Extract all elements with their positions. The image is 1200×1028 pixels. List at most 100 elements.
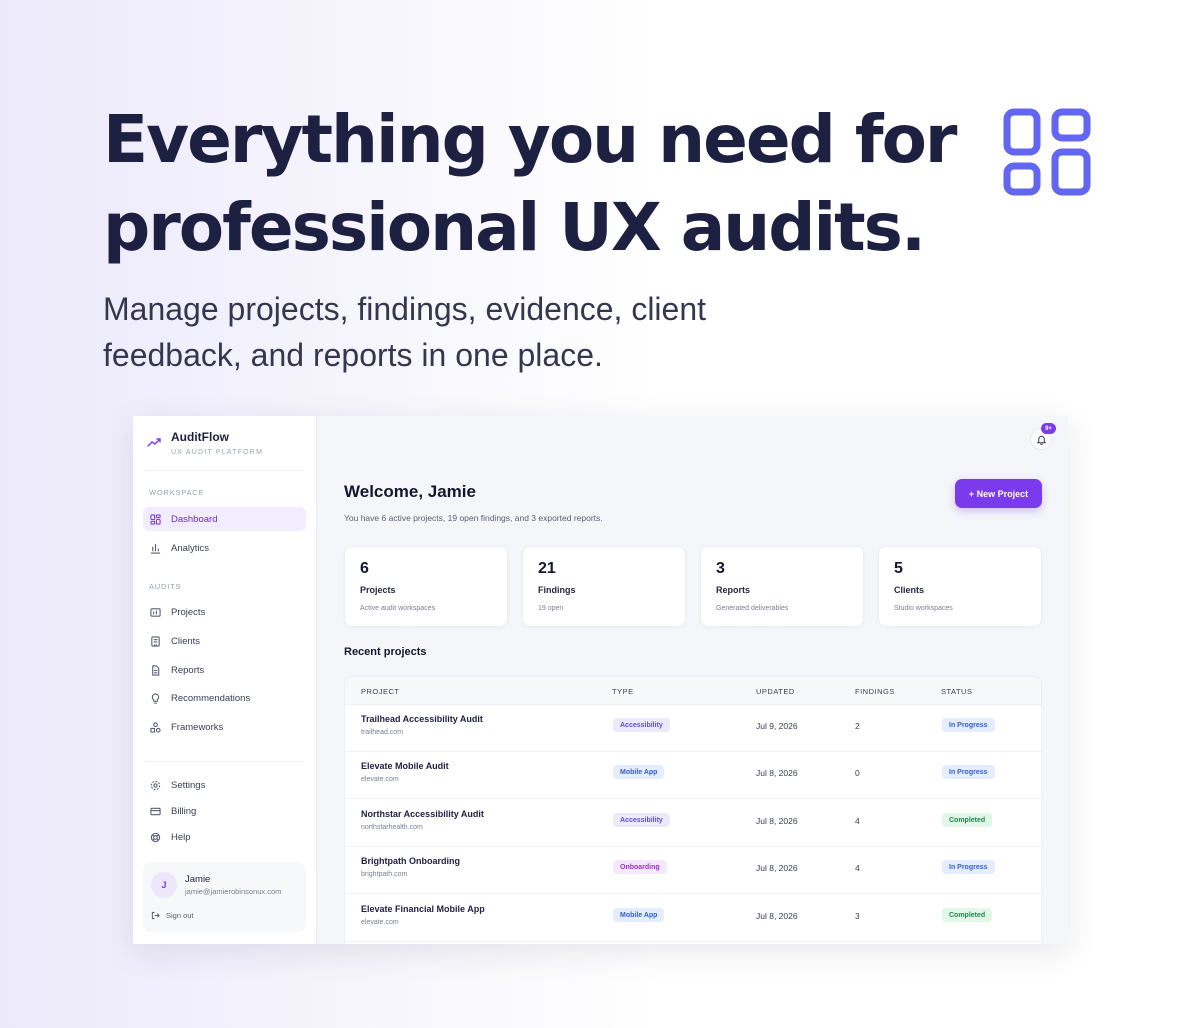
project-url: trailhead.com [361, 729, 404, 736]
stat-value: 21 [538, 560, 556, 577]
findings-count: 4 [855, 863, 860, 873]
stat-subtitle: 19 open [538, 605, 564, 612]
table-row[interactable]: Brightpath Onboarding brightpath.com Onb… [345, 847, 1041, 894]
stat-card-reports[interactable]: 3 Reports Generated deliverables [700, 546, 864, 627]
updated-date: Jul 8, 2026 [756, 863, 798, 873]
project-url: brightpath.com [361, 871, 408, 878]
stat-value: 5 [894, 560, 903, 577]
sidebar-item-help[interactable]: Help [143, 825, 306, 849]
trend-line-icon [147, 438, 161, 447]
sidebar-item-dashboard[interactable]: Dashboard [143, 507, 306, 531]
brand-subtitle: UX AUDIT PLATFORM [171, 449, 264, 456]
findings-count: 3 [855, 911, 860, 921]
document-icon [152, 664, 160, 676]
stat-subtitle: Studio workspaces [894, 605, 953, 612]
project-name[interactable]: Trailhead Accessibility Audit [361, 714, 483, 724]
stat-label: Clients [894, 585, 925, 595]
project-url: elevate.com [361, 776, 399, 783]
status-badge: Completed [942, 908, 993, 922]
column-header-status[interactable]: STATUS [941, 687, 972, 696]
project-name[interactable]: Brightpath Onboarding [361, 856, 460, 866]
sidebar-item-projects[interactable]: Projects [143, 600, 306, 624]
table-row[interactable]: Elevate Financial Mobile App elevate.com… [345, 895, 1041, 942]
sidebar-item-billing[interactable]: Billing [143, 799, 306, 823]
divider [145, 761, 304, 762]
stat-subtitle: Generated deliverables [716, 605, 789, 612]
sign-out-icon [151, 911, 160, 920]
user-name: Jamie [185, 874, 211, 885]
stat-subtitle: Active audit workspaces [360, 605, 436, 612]
building-icon [151, 635, 160, 647]
stat-label: Projects [360, 585, 396, 595]
credit-card-icon [150, 807, 161, 815]
type-badge: Mobile App [613, 765, 665, 779]
section-title-workspace: WORKSPACE [149, 488, 205, 497]
findings-count: 2 [855, 721, 860, 731]
sidebar-item-label: Frameworks [171, 721, 224, 733]
status-badge: In Progress [942, 860, 995, 874]
column-header-findings[interactable]: FINDINGS [855, 687, 895, 696]
divider [145, 470, 304, 471]
sidebar-item-analytics[interactable]: Analytics [143, 536, 306, 560]
type-badge: Accessibility [613, 718, 670, 732]
hero-subhead: Manage projects, findings, evidence, cli… [103, 291, 707, 373]
sidebar-item-settings[interactable]: Settings [143, 773, 306, 797]
column-header-updated[interactable]: UPDATED [756, 687, 795, 696]
user-card: J Jamie jamie@jamierobinsonux.com Sign o… [143, 862, 306, 932]
type-badge: Mobile App [613, 908, 665, 922]
stat-card-clients[interactable]: 5 Clients Studio workspaces [878, 546, 1042, 627]
avatar[interactable]: J [151, 872, 177, 898]
dashboard-grid-icon [1003, 108, 1091, 196]
updated-date: Jul 8, 2026 [756, 911, 798, 921]
hero-headline: Everything you need for professional UX … [103, 101, 957, 266]
sidebar-item-label: Dashboard [171, 513, 218, 525]
user-email: jamie@jamierobinsonux.com [185, 887, 282, 896]
stat-card-findings[interactable]: 21 Findings 19 open [522, 546, 686, 627]
bell-icon [1036, 435, 1046, 445]
findings-count: 4 [855, 816, 860, 826]
brand[interactable]: AuditFlow UX AUDIT PLATFORM [147, 430, 263, 456]
sidebar-item-reports[interactable]: Reports [143, 658, 306, 682]
sidebar-item-label: Analytics [171, 542, 210, 554]
notifications-button[interactable]: 9+ [1030, 423, 1056, 450]
table-row[interactable]: Trailhead Accessibility Audit trailhead.… [345, 705, 1041, 752]
sidebar-item-label: Billing [171, 805, 197, 817]
type-badge: Accessibility [613, 813, 670, 827]
project-url: elevate.com [361, 919, 399, 926]
project-name[interactable]: Elevate Financial Mobile App [361, 904, 485, 914]
stat-card-projects[interactable]: 6 Projects Active audit workspaces [344, 546, 508, 627]
project-name[interactable]: Elevate Mobile Audit [361, 761, 449, 771]
sidebar-item-frameworks[interactable]: Frameworks [143, 715, 306, 739]
table-row[interactable]: Elevate Mobile Audit elevate.com Mobile … [345, 752, 1041, 799]
bar-chart-icon [150, 543, 161, 554]
type-badge: Onboarding [613, 860, 667, 874]
app-window: AuditFlow UX AUDIT PLATFORM WORKSPACE Da… [133, 416, 1068, 944]
table-header: PROJECT TYPE UPDATED FINDINGS STATUS [345, 677, 1041, 705]
sidebar-item-label: Projects [171, 606, 206, 618]
project-name[interactable]: Northstar Accessibility Audit [361, 809, 484, 819]
column-header-project[interactable]: PROJECT [361, 687, 400, 696]
new-project-button[interactable]: + New Project [955, 479, 1042, 508]
status-badge: In Progress [942, 718, 995, 732]
stat-label: Reports [716, 585, 751, 595]
page-title: Welcome, Jamie [344, 482, 476, 501]
column-header-type[interactable]: TYPE [612, 687, 634, 696]
lightbulb-icon [151, 692, 160, 704]
sidebar-item-label: Clients [171, 635, 201, 647]
lifebuoy-icon [150, 832, 161, 842]
sign-out-label: Sign out [166, 911, 194, 920]
table-row[interactable]: Northstar Accessibility Audit northstarh… [345, 800, 1041, 847]
shapes-icon [150, 721, 161, 733]
sidebar-item-clients[interactable]: Clients [143, 629, 306, 653]
sidebar-item-label: Recommendations [171, 692, 251, 704]
sidebar-item-recommendations[interactable]: Recommendations [143, 686, 306, 710]
status-badge: Completed [942, 813, 993, 827]
sign-out-button[interactable]: Sign out [151, 911, 194, 920]
section-title-audits: AUDITS [149, 582, 182, 591]
recent-projects-table: PROJECT TYPE UPDATED FINDINGS STATUS Tra… [344, 676, 1042, 944]
updated-date: Jul 8, 2026 [756, 816, 798, 826]
project-url: northstarhealth.com [361, 824, 423, 831]
stat-label: Findings [538, 585, 576, 595]
gear-icon [150, 780, 161, 790]
main-content: 9+ Welcome, Jamie You have 6 active proj… [317, 416, 1068, 944]
